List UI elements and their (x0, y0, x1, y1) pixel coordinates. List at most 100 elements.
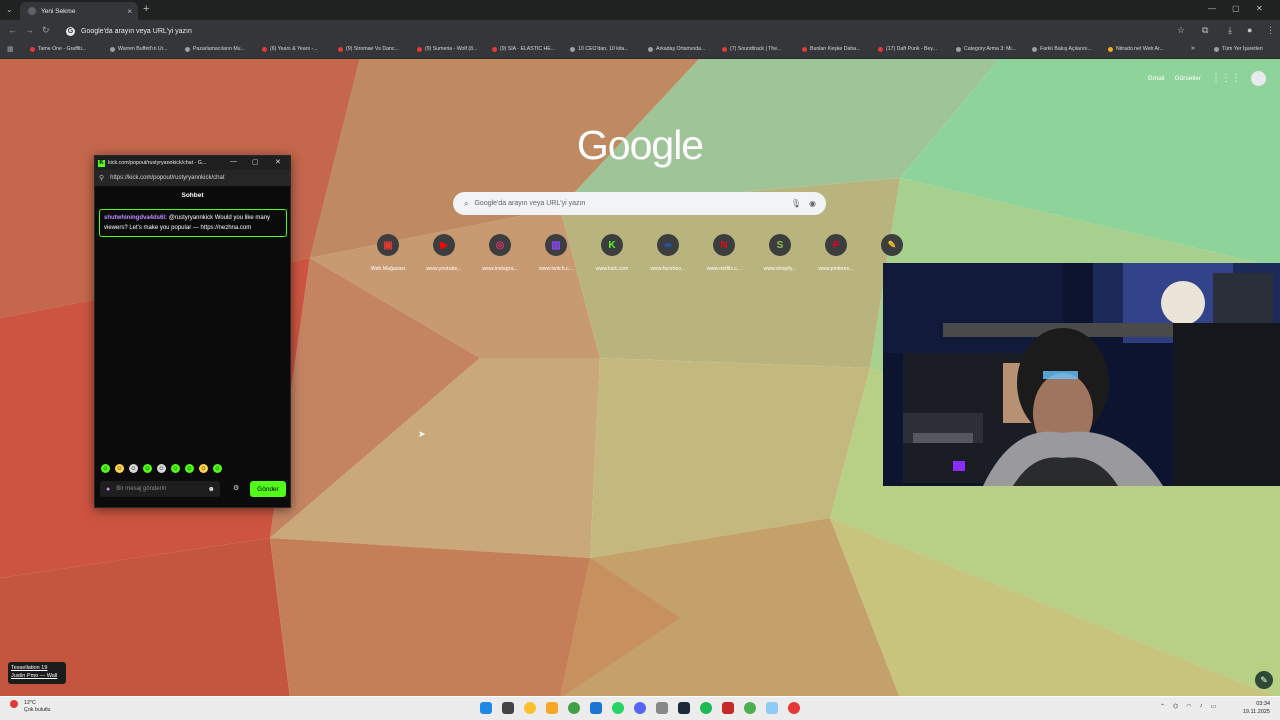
emote-icon[interactable]: ☺ (199, 464, 208, 473)
tab-new-tab[interactable]: Yeni Sekme × (20, 2, 138, 20)
ntp-shortcut[interactable]: ∞ www.faceboo... (640, 234, 696, 272)
reload-icon[interactable]: ↻ (42, 25, 50, 36)
app-icon[interactable] (766, 702, 778, 714)
ntp-shortcut[interactable]: Swww.shopify... (752, 234, 808, 272)
emote-icon[interactable]: ☺ (185, 464, 194, 473)
bookmark-star-icon[interactable]: ☆ (1177, 25, 1185, 36)
emote-icon[interactable]: ☺ (171, 464, 180, 473)
emote-icon[interactable]: ☺ (157, 464, 166, 473)
taskbar: 12°C Çok bulutlu ⌃ ⌬ ◠ ♪ ▭ 03:34 19.11.2… (0, 697, 1280, 720)
taskbar-clock[interactable]: 03:34 19.11.2025 (1243, 700, 1270, 716)
maximize-icon[interactable]: ▢ (252, 158, 259, 166)
all-bookmarks-folder[interactable]: Tüm Yer İşaretleri (1214, 46, 1263, 52)
close-window-icon[interactable]: ✕ (1256, 4, 1263, 13)
bookmark-item[interactable]: (7) Soundtrack | The... (722, 46, 781, 52)
media-notification[interactable]: Tessellation 19 Justin Pmo — Wall (8, 662, 66, 684)
discord-icon[interactable] (634, 702, 646, 714)
ntp-shortcut[interactable]: ▶ www.youtube... (416, 234, 472, 272)
chat-window-title: kick.com/popout/rustyryannkick/chat - G.… (108, 160, 207, 166)
lens-icon[interactable]: ◉ (809, 199, 816, 208)
profile-icon[interactable]: ● (1247, 25, 1252, 35)
emote-icon[interactable]: ☺ (129, 464, 138, 473)
bookmark-item[interactable]: Bunları Keşke Daha... (802, 46, 860, 52)
emote-icon[interactable]: ☺ (115, 464, 124, 473)
network-icon[interactable]: ⌬ (1173, 703, 1178, 710)
emoji-icon[interactable]: ☻ (208, 486, 215, 493)
bookmark-item[interactable]: (17) Daft Punk - Bey... (878, 46, 937, 52)
customize-pencil-icon[interactable]: ✎ (1255, 671, 1273, 689)
whatsapp-icon[interactable] (612, 702, 624, 714)
forward-icon[interactable]: → (25, 25, 34, 35)
bookmark-item[interactable]: (9) SIA - ELASTIC HE... (492, 46, 555, 52)
gmail-link[interactable]: Gmail (1148, 75, 1165, 82)
emote-icon[interactable]: ☺ (101, 464, 110, 473)
battery-icon[interactable]: ▭ (1211, 703, 1217, 710)
ntp-shortcut[interactable]: ▣ Web Mağazası (360, 234, 416, 272)
extensions-icon[interactable]: ⧉ (1202, 25, 1208, 36)
bookmark-favicon-icon (722, 46, 727, 52)
tab-search-icon[interactable]: ⌄ (6, 5, 13, 14)
ntp-shortcut[interactable]: Nwww.netflix.c... (696, 234, 752, 272)
site-info-icon[interactable]: ⚲ (99, 174, 104, 182)
chat-username[interactable]: shutwhiningdva4ds6l: (104, 215, 167, 221)
menu-icon[interactable]: ⋮ (1266, 25, 1275, 36)
mail-icon[interactable] (590, 702, 602, 714)
microphone-icon[interactable]: 🎙 (791, 199, 801, 208)
search-box[interactable]: ⌕ Google'da arayın veya URL'yi yazın 🎙 ◉ (453, 192, 826, 215)
search-icon[interactable] (502, 702, 514, 714)
bookmark-item[interactable]: Nitrado.net Web Ar... (1108, 46, 1164, 52)
ntp-shortcut[interactable]: ✎ (864, 234, 920, 266)
wifi-icon[interactable]: ◠ (1186, 703, 1191, 710)
bookmark-item[interactable]: Pazarlamacıların Mu... (185, 46, 245, 52)
bookmark-label: Category:Arma 3: Mi... (964, 46, 1016, 52)
bookmark-item[interactable]: Farklı Bakış Açılarını... (1032, 46, 1092, 52)
app-icon[interactable] (722, 702, 734, 714)
steam-icon[interactable] (678, 702, 690, 714)
app-icon[interactable] (656, 702, 668, 714)
start-icon[interactable] (480, 702, 492, 714)
chrome-icon[interactable] (524, 702, 536, 714)
spotify-icon[interactable] (700, 702, 712, 714)
bookmark-item[interactable]: Category:Arma 3: Mi... (956, 46, 1016, 52)
minimize-icon[interactable]: — (1208, 4, 1216, 13)
send-button[interactable]: Gönder (250, 481, 286, 497)
bookmark-item[interactable]: (9) Sumeria - Wolf (8... (417, 46, 477, 52)
images-link[interactable]: Görseller (1175, 75, 1201, 82)
minimize-icon[interactable]: — (230, 158, 237, 165)
back-icon[interactable]: ← (8, 25, 17, 35)
obs-icon[interactable] (788, 702, 800, 714)
search-input[interactable]: Google'da arayın veya URL'yi yazın (474, 200, 585, 207)
bookmark-item[interactable]: Warren Buffett'ın Ur... (110, 46, 167, 52)
bookmark-item[interactable]: (6) Years & Years -... (262, 46, 318, 52)
ntp-shortcut[interactable]: Pwww.pinteres... (808, 234, 864, 272)
emote-icon[interactable]: ☺ (213, 464, 222, 473)
new-tab-plus-icon[interactable]: + (143, 3, 149, 15)
emote-icon[interactable]: ☺ (143, 464, 152, 473)
chat-message-input[interactable]: ● Bir mesaj gönderin ☻ (100, 481, 220, 497)
bookmark-item[interactable]: Arkadaş Ortamında... (648, 46, 705, 52)
microphone-icon[interactable]: ● (106, 486, 110, 493)
more-bookmarks-icon[interactable]: » (1191, 45, 1195, 52)
close-icon[interactable]: ✕ (275, 158, 281, 166)
bookmark-item[interactable]: 10 CEO'dan, 10 kita... (570, 46, 629, 52)
tray-overflow-icon[interactable]: ⌃ (1160, 703, 1165, 710)
file-explorer-icon[interactable] (546, 702, 558, 714)
ntp-shortcut[interactable]: Kwww.kick.com (584, 234, 640, 272)
close-tab-icon[interactable]: × (127, 7, 132, 16)
bookmark-item[interactable]: Tame One - Graffiti... (30, 46, 86, 52)
maximize-icon[interactable]: ▢ (1232, 4, 1240, 13)
bookmark-item[interactable]: (9) Stromae Vs Danc... (338, 46, 399, 52)
bookmark-label: Arkadaş Ortamında... (656, 46, 706, 52)
avatar[interactable] (1251, 71, 1266, 86)
apps-grid-icon[interactable]: ▦ (7, 45, 14, 53)
volume-icon[interactable]: ♪ (1200, 703, 1203, 710)
ntp-shortcut[interactable]: ▥ www.twitch.c... (528, 234, 584, 272)
address-bar[interactable]: G Google'da arayın veya URL'yi yazın (60, 23, 1190, 39)
browser-icon[interactable] (744, 702, 756, 714)
google-apps-icon[interactable]: ⋮⋮⋮ (1211, 73, 1241, 84)
weather-widget[interactable]: 12°C Çok bulutlu (10, 700, 51, 714)
chrome-profile-icon[interactable] (568, 702, 580, 714)
ntp-shortcut[interactable]: ◎ www.instagra... (472, 234, 528, 272)
downloads-icon[interactable]: ⤓ (1228, 25, 1232, 36)
gear-icon[interactable]: ⚙ (233, 484, 239, 492)
